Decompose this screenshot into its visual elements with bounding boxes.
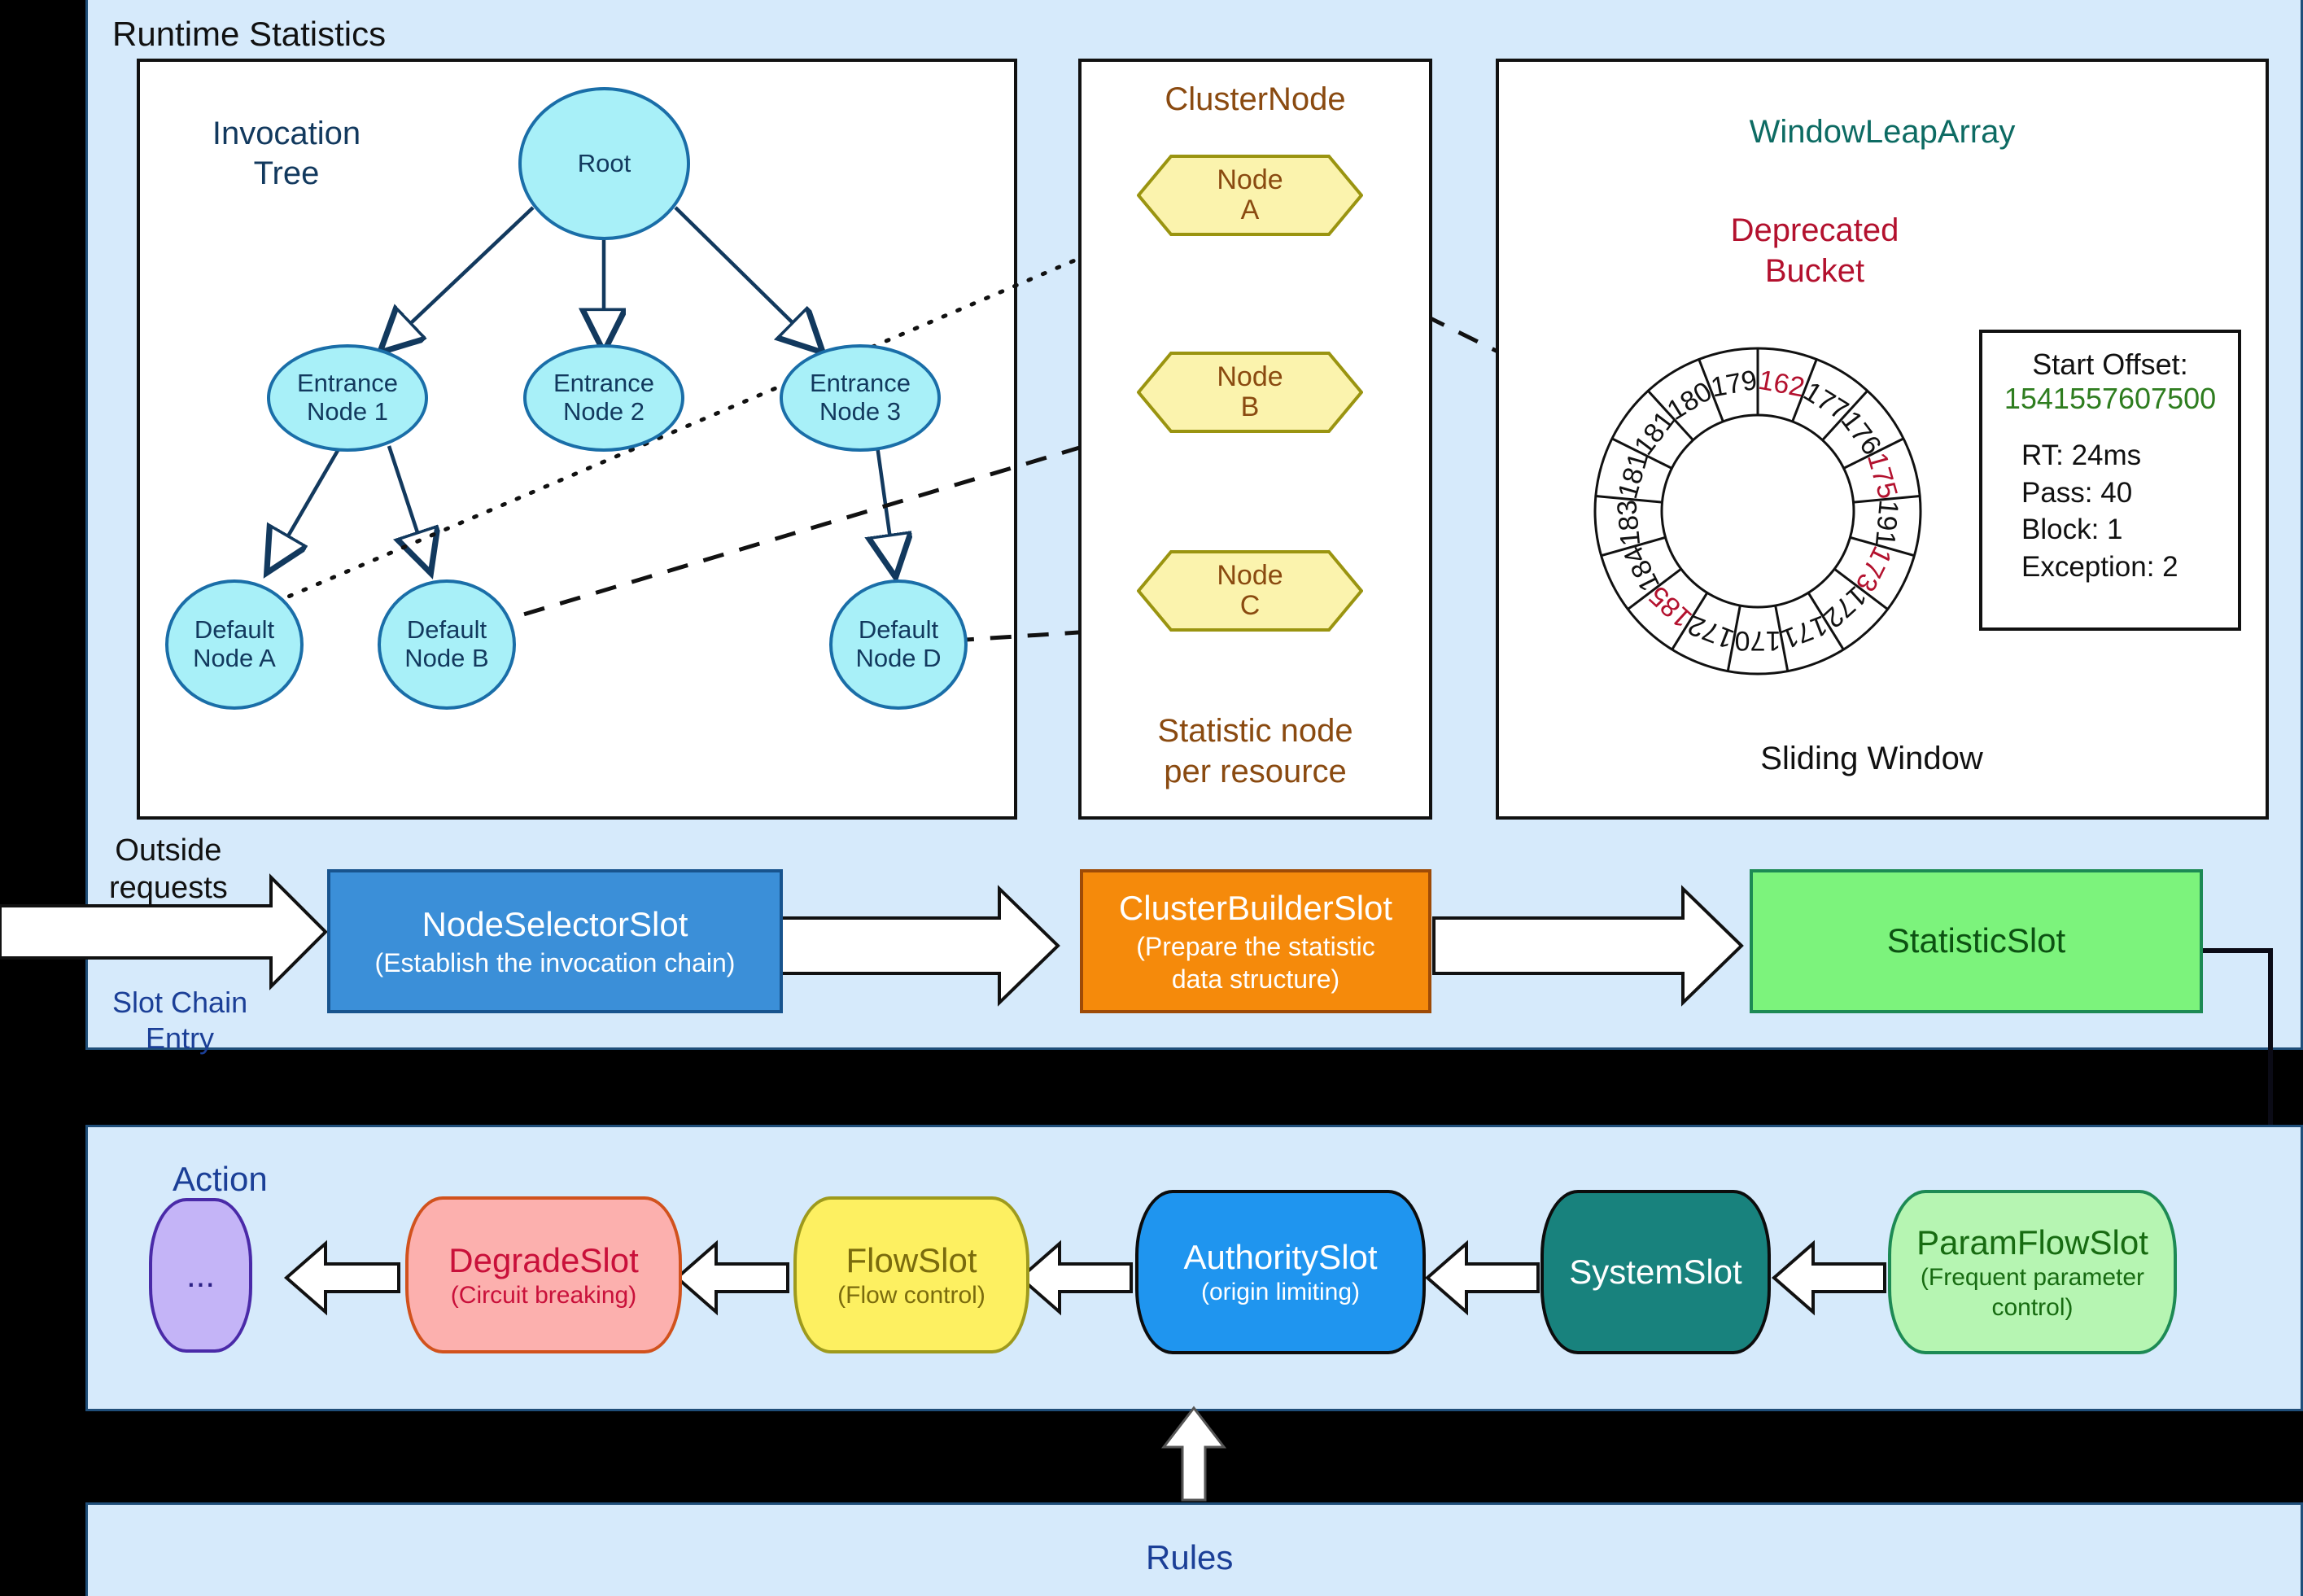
action-slot-ellipsis[interactable]: ...: [149, 1198, 252, 1353]
tree-node-entrance-1[interactable]: Entrance Node 1: [267, 344, 428, 452]
slot-title: ...: [186, 1256, 215, 1295]
metric-rt: RT: 24ms: [2021, 439, 2142, 471]
tree-node-label: Entrance Node 1: [296, 369, 399, 426]
slot-chain-entry-label: Slot Chain Entry: [112, 986, 248, 1055]
tree-node-root[interactable]: Root: [518, 87, 690, 240]
slot-subtitle: (origin limiting): [1200, 1279, 1361, 1306]
tree-node-entrance-3[interactable]: Entrance Node 3: [780, 344, 941, 452]
sliding-window-bucket: 162: [1756, 365, 1807, 404]
slot-title: FlowSlot: [846, 1240, 977, 1279]
slot-subtitle: (Flow control): [837, 1281, 985, 1309]
cluster-node-label: Node B: [1217, 361, 1283, 422]
slot-subtitle: (Prepare the statistic data structure): [1136, 931, 1375, 994]
action-slot-authority[interactable]: AuthoritySlot (origin limiting): [1135, 1190, 1426, 1354]
slot-title: AuthoritySlot: [1183, 1238, 1378, 1277]
sliding-window-bucket: 183: [1611, 499, 1646, 548]
action-title: Action: [173, 1160, 268, 1198]
tree-node-default-a[interactable]: Default Node A: [165, 579, 304, 710]
slot-title: DegradeSlot: [448, 1240, 639, 1279]
deprecated-bucket-label: Deprecated Bucket: [1730, 212, 1899, 289]
slot-subtitle: (Frequent parameter control): [1920, 1264, 2145, 1321]
runtime-statistics-title: Runtime Statistics: [112, 15, 387, 53]
sliding-window-ring: 1621771761751911731721711701721851841831…: [1593, 347, 1922, 676]
metric-block: Block: 1: [2021, 514, 2123, 545]
tree-node-label: Default Node A: [193, 615, 276, 672]
cluster-node-label: Node A: [1217, 164, 1283, 225]
slot-cluster-builder[interactable]: ClusterBuilderSlot (Prepare the statisti…: [1080, 869, 1431, 1013]
slot-node-selector[interactable]: NodeSelectorSlot (Establish the invocati…: [327, 869, 783, 1013]
tree-node-label: Default Node B: [404, 615, 489, 672]
sliding-window-bucket: 179: [1708, 365, 1759, 404]
outside-requests-label: Outside requests: [109, 833, 228, 906]
tree-node-default-b[interactable]: Default Node B: [378, 579, 516, 710]
action-slot-degrade[interactable]: DegradeSlot (Circuit breaking): [405, 1196, 682, 1353]
slot-title: ParamFlowSlot: [1916, 1222, 2148, 1261]
bucket-detail-box: Start Offset: 1541557607500 RT: 24ms Pas…: [1979, 330, 2241, 631]
cluster-node-caption: Statistic node per resource: [1157, 713, 1353, 789]
tree-node-entrance-2[interactable]: Entrance Node 2: [523, 344, 684, 452]
slot-title: NodeSelectorSlot: [422, 905, 688, 944]
cluster-node-title: ClusterNode: [1165, 81, 1346, 117]
tree-node-default-d[interactable]: Default Node D: [829, 579, 968, 710]
action-slot-system[interactable]: SystemSlot: [1540, 1190, 1771, 1354]
start-offset-title: Start Offset:: [2032, 348, 2188, 381]
cluster-node-b[interactable]: Node B: [1137, 352, 1363, 433]
action-slot-param-flow[interactable]: ParamFlowSlot (Frequent parameter contro…: [1888, 1190, 2177, 1354]
tree-node-label: Root: [577, 148, 631, 177]
slot-title: SystemSlot: [1569, 1253, 1742, 1292]
slot-title: ClusterBuilderSlot: [1118, 889, 1393, 928]
metric-pass: Pass: 40: [2021, 476, 2133, 509]
sliding-window-bucket: 171: [1777, 609, 1832, 654]
sliding-window-caption: Sliding Window: [1760, 741, 1983, 776]
invocation-tree-title: Invocation Tree: [212, 116, 361, 191]
cluster-node-label: Node C: [1217, 559, 1283, 621]
slot-statistic[interactable]: StatisticSlot: [1750, 869, 2203, 1013]
sliding-window-bucket: 170: [1735, 625, 1781, 656]
action-slot-flow[interactable]: FlowSlot (Flow control): [793, 1196, 1029, 1353]
start-offset-value: 1541557607500: [2004, 382, 2217, 415]
metric-exception: Exception: 2: [2021, 550, 2178, 583]
cluster-node-c[interactable]: Node C: [1137, 550, 1363, 632]
cluster-node-a[interactable]: Node A: [1137, 155, 1363, 236]
window-leap-array-title: WindowLeapArray: [1749, 114, 2016, 150]
tree-node-label: Default Node D: [855, 615, 942, 672]
sliding-window-bucket: 191: [1869, 499, 1904, 548]
tree-node-label: Entrance Node 2: [553, 369, 655, 426]
tree-node-label: Entrance Node 3: [809, 369, 911, 426]
slot-title: StatisticSlot: [1886, 921, 2066, 960]
rules-title: Rules: [1146, 1538, 1234, 1576]
slot-subtitle: (Circuit breaking): [450, 1281, 637, 1309]
slot-subtitle: (Establish the invocation chain): [374, 947, 736, 977]
sliding-window-bucket: 175: [1861, 449, 1903, 502]
